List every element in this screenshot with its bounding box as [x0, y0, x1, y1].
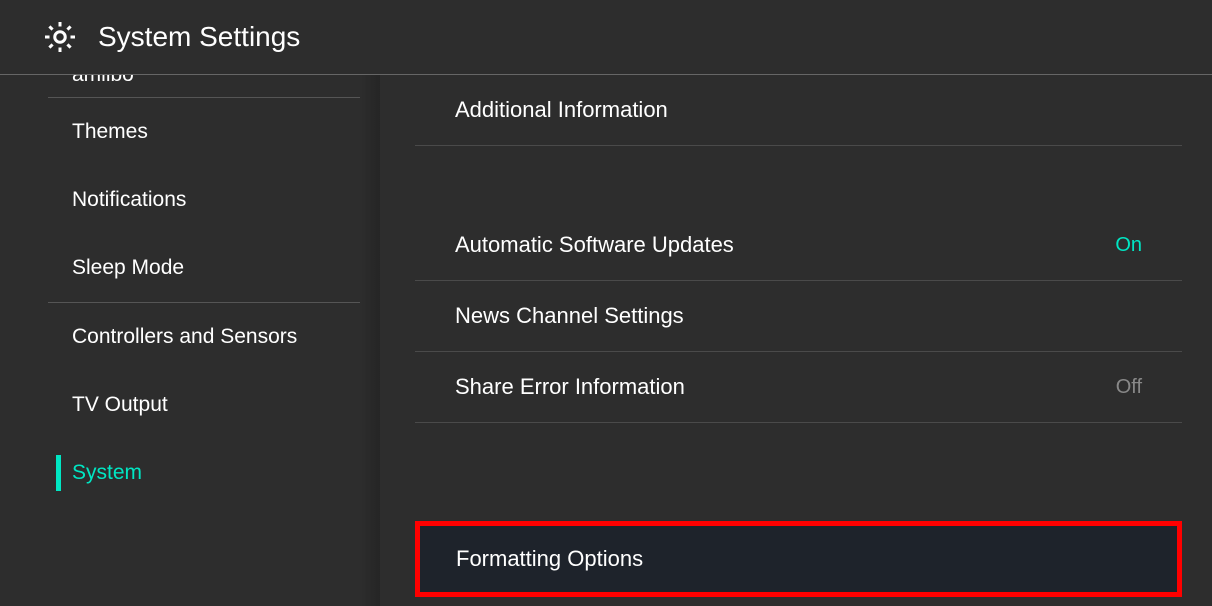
sidebar-item-tv-output[interactable]: TV Output	[0, 371, 380, 439]
sidebar-item-themes[interactable]: Themes	[0, 98, 380, 166]
content-panel: Additional Information Automatic Softwar…	[380, 75, 1212, 606]
sidebar-item-label: Controllers and Sensors	[72, 325, 297, 348]
content-item-value: Off	[1116, 376, 1142, 399]
content-item-value: On	[1115, 234, 1142, 257]
content-item-label: Share Error Information	[455, 374, 685, 400]
content-item-formatting-options[interactable]: Formatting Options	[415, 521, 1182, 597]
content-item-label: Automatic Software Updates	[455, 232, 734, 258]
content-item-news-channel[interactable]: News Channel Settings	[415, 281, 1182, 352]
content-gap	[415, 146, 1182, 210]
sidebar-item-label: amiibo	[72, 75, 134, 86]
sidebar-item-system[interactable]: System	[0, 439, 380, 507]
content-gap	[415, 423, 1182, 521]
sidebar-item-label: Notifications	[72, 188, 186, 211]
sidebar: amiibo Themes Notifications Sleep Mode C…	[0, 75, 380, 606]
sidebar-item-label: System	[72, 461, 142, 484]
sidebar-item-label: Themes	[72, 120, 148, 143]
gear-icon	[42, 19, 78, 55]
content-item-label: Additional Information	[455, 97, 668, 123]
sidebar-item-controllers-sensors[interactable]: Controllers and Sensors	[0, 303, 380, 371]
page-title: System Settings	[98, 21, 300, 53]
content-item-auto-updates[interactable]: Automatic Software Updates On	[415, 210, 1182, 281]
sidebar-item-sleep-mode[interactable]: Sleep Mode	[0, 234, 380, 302]
content-item-share-error[interactable]: Share Error Information Off	[415, 352, 1182, 423]
sidebar-item-amiibo[interactable]: amiibo	[0, 75, 380, 97]
sidebar-item-label: TV Output	[72, 393, 168, 416]
header: System Settings	[0, 0, 1212, 75]
sidebar-item-label: Sleep Mode	[72, 256, 184, 279]
sidebar-item-notifications[interactable]: Notifications	[0, 166, 380, 234]
main-container: amiibo Themes Notifications Sleep Mode C…	[0, 75, 1212, 606]
content-item-label: News Channel Settings	[455, 303, 684, 329]
content-item-additional-info[interactable]: Additional Information	[415, 75, 1182, 146]
content-item-label: Formatting Options	[456, 546, 643, 571]
